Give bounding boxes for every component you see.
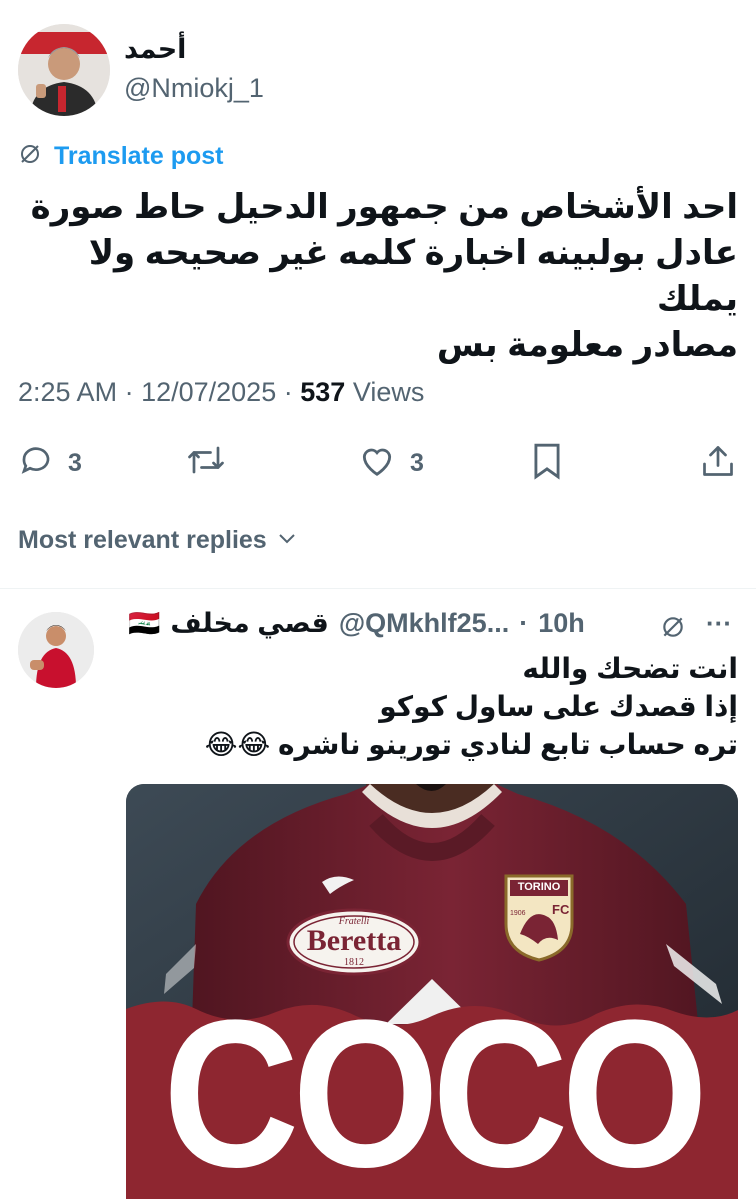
- reply-author-name[interactable]: قصي مخلف: [170, 608, 328, 639]
- badge-name-text: TORINO: [517, 881, 561, 893]
- badge-year-text: 1906: [510, 910, 526, 917]
- post-meta: 2:25 AM · 12/07/2025 · 537 Views: [18, 377, 425, 407]
- translate-icon: [18, 142, 42, 171]
- chevron-down-icon: [275, 526, 299, 555]
- reply-translate-icon[interactable]: [660, 614, 686, 645]
- sponsor-text: Beretta: [306, 924, 402, 957]
- badge-fc-text: FC: [552, 902, 570, 917]
- share-button[interactable]: [700, 442, 736, 487]
- replies-filter-label: Most relevant replies: [18, 526, 267, 554]
- reply-count: 3: [68, 449, 82, 477]
- reply-text-line: إذا قصدك على ساول كوكو: [379, 691, 738, 722]
- views-count: 537: [300, 377, 346, 407]
- reply-text-line: انت تضحك والله: [522, 653, 738, 684]
- reply-header-line: 🇮🇶 قصي مخلف @QMkhlf25... · 10h: [128, 608, 585, 639]
- repost-button[interactable]: [186, 442, 226, 485]
- post-text-line: احد الأشخاص من جمهور الدحيل حاط صورة: [30, 188, 738, 226]
- heart-icon: [358, 442, 396, 485]
- author-handle[interactable]: @Nmiokj_1: [124, 73, 264, 104]
- post-text-line: مصادر معلومة بس: [436, 326, 738, 364]
- banner-text: COCO: [162, 976, 708, 1199]
- post-text-line: عادل بولبينه اخبارة كلمه غير صحيحه ولا ي…: [88, 234, 738, 318]
- author-avatar[interactable]: [18, 24, 110, 116]
- reply-text-line: تره حساب تابع لنادي تورينو ناشره 😂😂: [204, 729, 738, 760]
- post-date[interactable]: 12/07/2025: [141, 377, 276, 407]
- reply-media-image[interactable]: Fratelli Beretta 1812 TORINO 1906 FC COC…: [126, 784, 738, 1199]
- post-text: احد الأشخاص من جمهور الدحيل حاط صورة عاد…: [18, 184, 738, 368]
- author-name[interactable]: أحمد: [124, 34, 186, 65]
- section-divider: [0, 588, 756, 589]
- more-options-button[interactable]: ···: [706, 608, 732, 639]
- more-icon: ···: [706, 608, 732, 638]
- repost-icon: [186, 442, 226, 485]
- reply-author-handle[interactable]: @QMkhlf25...: [339, 608, 509, 639]
- reply-time[interactable]: 10h: [538, 608, 585, 639]
- reply-icon: [18, 442, 54, 485]
- bookmark-button[interactable]: [530, 442, 564, 487]
- reply-avatar[interactable]: [18, 612, 94, 688]
- reply-button[interactable]: 3: [18, 442, 82, 485]
- post-time[interactable]: 2:25 AM: [18, 377, 117, 407]
- sponsor-year: 1812: [344, 957, 364, 968]
- like-count: 3: [410, 449, 424, 477]
- bookmark-icon: [530, 442, 564, 487]
- translate-post-link[interactable]: Translate post: [18, 142, 224, 171]
- like-button[interactable]: 3: [358, 442, 424, 485]
- share-icon: [700, 442, 736, 487]
- translate-label: Translate post: [54, 142, 224, 170]
- flag-icon: 🇮🇶: [128, 608, 161, 638]
- reply-text: انت تضحك والله إذا قصدك على ساول كوكو تر…: [128, 650, 738, 764]
- views-label: Views: [352, 377, 425, 407]
- replies-filter-dropdown[interactable]: Most relevant replies: [18, 526, 299, 555]
